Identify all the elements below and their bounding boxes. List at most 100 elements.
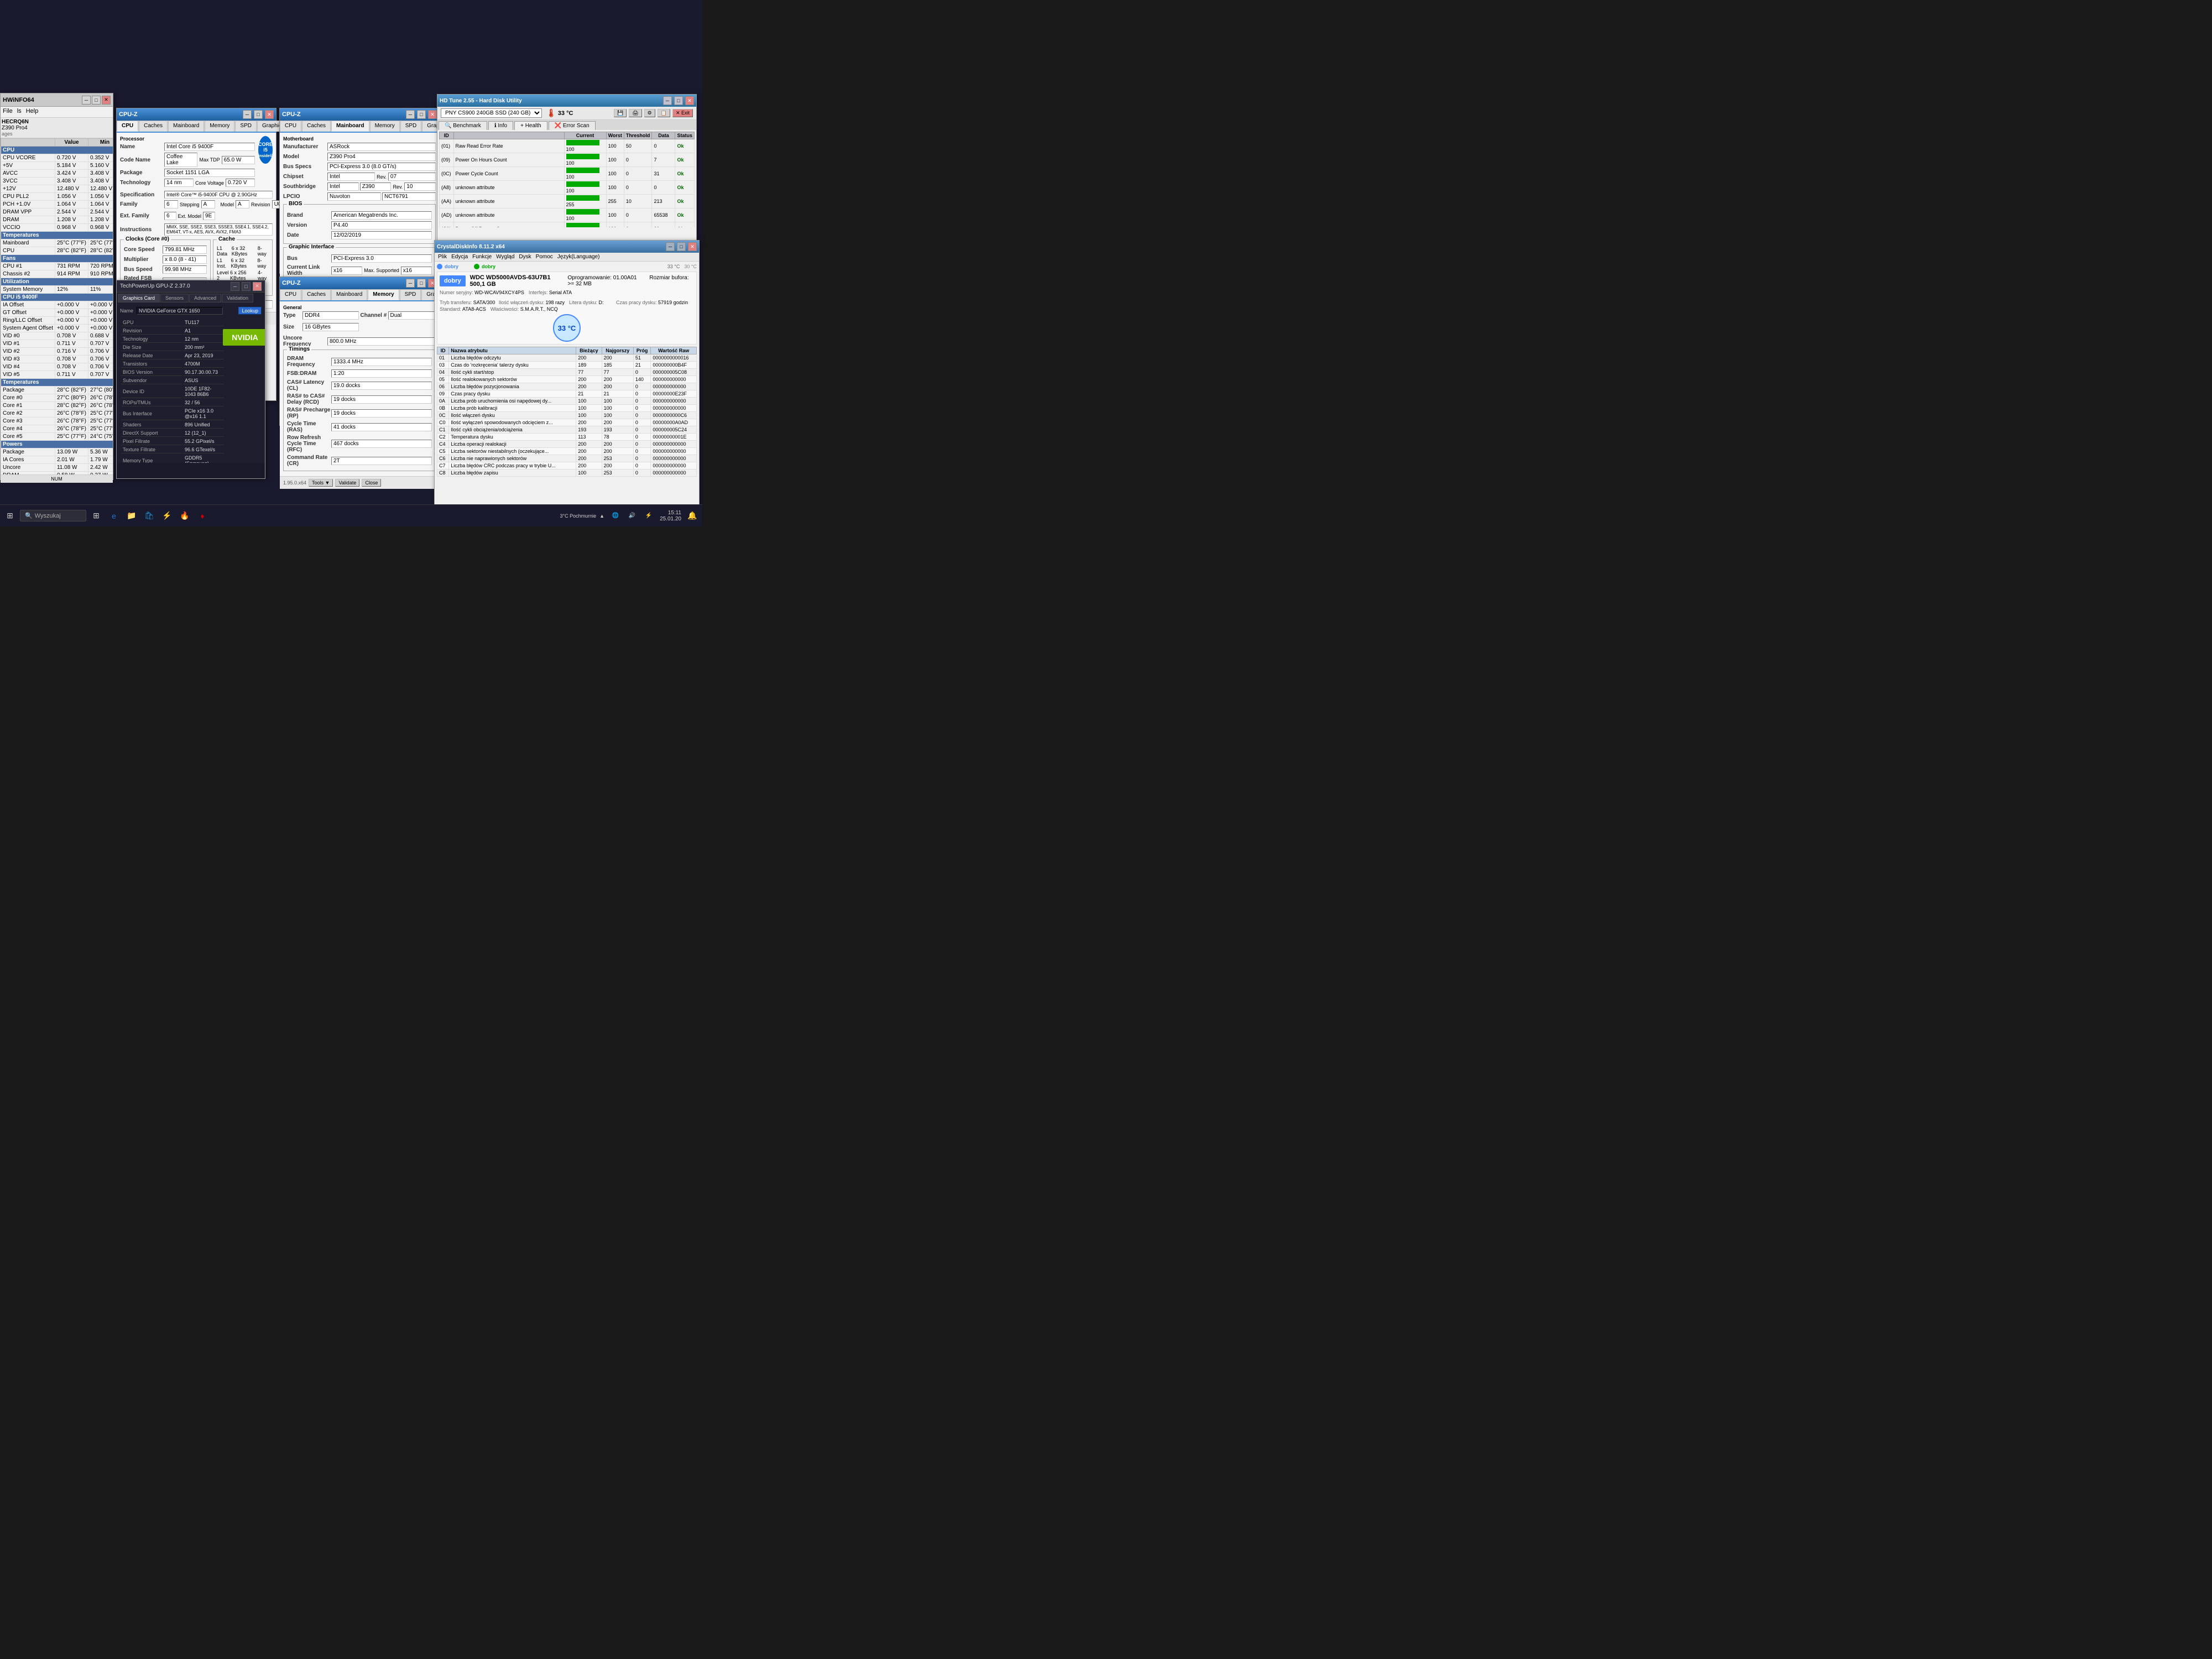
cpuz1-maximize[interactable]: □ <box>254 110 263 119</box>
cpuz1-close[interactable]: ✕ <box>265 110 274 119</box>
hdtune-save-icon[interactable]: 💾 <box>614 109 627 117</box>
taskbar-edge[interactable]: e <box>106 508 122 524</box>
taskbar-search[interactable]: 🔍 Wyszukaj <box>20 510 86 521</box>
taskbar-app3[interactable]: ♦ <box>195 508 210 524</box>
cdi-temp-display: 33 °C <box>553 314 581 342</box>
cpuz3-tab-spd[interactable]: SPD <box>400 289 421 300</box>
cdi-close[interactable]: ✕ <box>688 242 697 251</box>
hwinfo-titlebar[interactable]: HWiNFO64 ─ □ ✕ <box>1 93 113 107</box>
start-button[interactable]: ⊞ <box>2 508 18 524</box>
hdtune-tab-errorscan[interactable]: ❌ Error Scan <box>549 121 596 130</box>
cpuz3-tab-cpu[interactable]: CPU <box>280 289 301 300</box>
hwinfo-minimize[interactable]: ─ <box>82 96 91 105</box>
hdtune-tab-info[interactable]: ℹ Info <box>488 121 513 130</box>
hwinfo-close[interactable]: ✕ <box>102 96 111 105</box>
cpuz3-tab-caches[interactable]: Caches <box>302 289 331 300</box>
tray-notif[interactable]: 🔔 <box>685 508 700 524</box>
mb-manufacturer: ASRock <box>327 143 436 151</box>
table-row: Package13.09 W5.36 W <box>1 448 113 456</box>
hdtune-smart-table: ID Current Worst Threshold Data Status (… <box>439 132 695 227</box>
smart-col-threshold: Threshold <box>624 132 652 139</box>
cdi-menu-dysk[interactable]: Dysk <box>519 254 531 260</box>
table-row: 06Liczba błędów pozycjonowania2002000000… <box>437 383 697 390</box>
tray-battery[interactable]: ⚡ <box>641 508 656 524</box>
taskbar-app2[interactable]: 🔥 <box>177 508 192 524</box>
hdtune-tab-benchmark[interactable]: 🔍 Benchmark <box>439 121 487 130</box>
gpuz-tab-validation[interactable]: Validation <box>222 294 253 302</box>
hwinfo-section-cputemps: Temperatures <box>1 379 113 387</box>
cdi-menu-pomoc[interactable]: Pomoc <box>536 254 553 260</box>
tray-network[interactable]: 🌐 <box>608 508 623 524</box>
tab-spd[interactable]: SPD <box>235 121 257 132</box>
cpuz2-tab-cpu[interactable]: CPU <box>280 121 301 132</box>
cdi-menu-funkcje[interactable]: Funkcje <box>472 254 492 260</box>
cpuz2-close[interactable]: ✕ <box>428 110 437 119</box>
hdtune-titlebar[interactable]: HD Tune 2.55 - Hard Disk Utility ─ □ ✕ <box>437 95 696 107</box>
cdi-col-current: Bieżący <box>576 347 602 354</box>
hdtune-exit-btn[interactable]: ✕ Exit <box>672 109 693 117</box>
cpuz3-close-btn[interactable]: Close <box>362 479 381 487</box>
hdtune-maximize[interactable]: □ <box>674 96 683 105</box>
tab-mainboard[interactable]: Mainboard <box>168 121 204 132</box>
taskbar-explorer[interactable]: 📁 <box>124 508 139 524</box>
cache-l2-way: 4-way <box>258 270 269 281</box>
gpuz-minimize[interactable]: ─ <box>231 282 239 291</box>
cdi-menu-wyglad[interactable]: Wygląd <box>496 254 514 260</box>
hdtune-copy-icon[interactable]: 📋 <box>658 109 670 117</box>
hwinfo-sensor-table: Value Min CPU CPU VCORE0.720 V0.352 V +5… <box>1 138 113 474</box>
table-row: VID #40.708 V0.706 V <box>1 363 113 371</box>
hdtune-minimize[interactable]: ─ <box>663 96 672 105</box>
cpu-codename: Coffee Lake <box>164 153 197 167</box>
cpuz2-tab-mainboard[interactable]: Mainboard <box>331 121 369 132</box>
gpuz-tab-advanced[interactable]: Advanced <box>189 294 221 302</box>
cpuz3-minimize[interactable]: ─ <box>406 279 415 288</box>
gpuz-tab-sensors[interactable]: Sensors <box>160 294 189 302</box>
gpuz-close[interactable]: ✕ <box>253 282 262 291</box>
hdtune-close[interactable]: ✕ <box>685 96 694 105</box>
hwinfo-menu-file[interactable]: File <box>3 108 13 116</box>
cpuz3-tab-memory[interactable]: Memory <box>368 289 399 300</box>
cpuz1-minimize[interactable]: ─ <box>243 110 252 119</box>
gpuz-maximize[interactable]: □ <box>242 282 251 291</box>
hwinfo-maximize[interactable]: □ <box>92 96 101 105</box>
hdtune-settings-icon[interactable]: ⚙ <box>644 109 655 117</box>
cdi-menu-lang[interactable]: Język(Language) <box>557 254 600 260</box>
gpuz-tab-card[interactable]: Graphics Card <box>118 294 160 302</box>
cpuz3-tools[interactable]: Tools ▼ <box>309 479 333 487</box>
cpuz2-tab-spd[interactable]: SPD <box>400 121 422 132</box>
cdi-col-worst: Najgorszy <box>602 347 633 354</box>
hwinfo-menu-help[interactable]: Help <box>26 108 39 116</box>
tab-cpu[interactable]: CPU <box>117 121 138 132</box>
hdtune-tab-health[interactable]: + Health <box>514 121 547 130</box>
cpuz2-minimize[interactable]: ─ <box>406 110 415 119</box>
tray-volume[interactable]: 🔊 <box>624 508 640 524</box>
cpuz3-tab-mainboard[interactable]: Mainboard <box>331 289 367 300</box>
taskbar-app1[interactable]: ⚡ <box>159 508 175 524</box>
gpu-lookup-btn[interactable]: Lookup <box>238 307 262 315</box>
cdi-minimize[interactable]: ─ <box>666 242 675 251</box>
cdi-smart-table: ID Nazwa atrybutu Bieżący Najgorszy Próg… <box>437 347 697 477</box>
hdtune-print-icon[interactable]: 🖨 <box>629 109 641 117</box>
cpuz2-maximize[interactable]: □ <box>417 110 426 119</box>
tab-caches[interactable]: Caches <box>139 121 168 132</box>
tab-memory[interactable]: Memory <box>205 121 234 132</box>
cpuz2-tab-caches[interactable]: Caches <box>302 121 331 132</box>
cpuz3-validate[interactable]: Validate <box>335 479 359 487</box>
smart-col-data: Data <box>652 132 675 139</box>
cpuz1-titlebar[interactable]: CPU-Z ─ □ ✕ <box>117 108 276 121</box>
cdi-menu-plik[interactable]: Plik <box>438 254 447 260</box>
gpuz-titlebar[interactable]: TechPowerUp GPU-Z 2.37.0 ─ □ ✕ <box>117 280 265 293</box>
cpuz3-maximize[interactable]: □ <box>417 279 426 288</box>
cdi-maximize[interactable]: □ <box>677 242 686 251</box>
cpuz2-tab-memory[interactable]: Memory <box>370 121 400 132</box>
hdtune-drive-select[interactable]: PNY CS900 240GB SSD (240 GB) <box>441 108 542 118</box>
cpuz2-titlebar[interactable]: CPU-Z ─ □ ✕ <box>280 108 439 121</box>
taskbar-store[interactable]: 🛍 <box>142 508 157 524</box>
cdi-menu-edycja[interactable]: Edycja <box>451 254 468 260</box>
cpuz3-titlebar[interactable]: CPU-Z ─ □ ✕ <box>280 277 439 289</box>
hwinfo-menu-ls[interactable]: ls <box>17 108 22 116</box>
cdi-titlebar[interactable]: CrystalDiskInfo 8.11.2 x64 ─ □ ✕ <box>435 241 699 253</box>
cdi-col-threshold: Próg <box>633 347 651 354</box>
taskbar-apps[interactable]: ⊞ <box>88 508 104 524</box>
hwinfo-submodel: Z390 Pro4 <box>2 125 112 131</box>
